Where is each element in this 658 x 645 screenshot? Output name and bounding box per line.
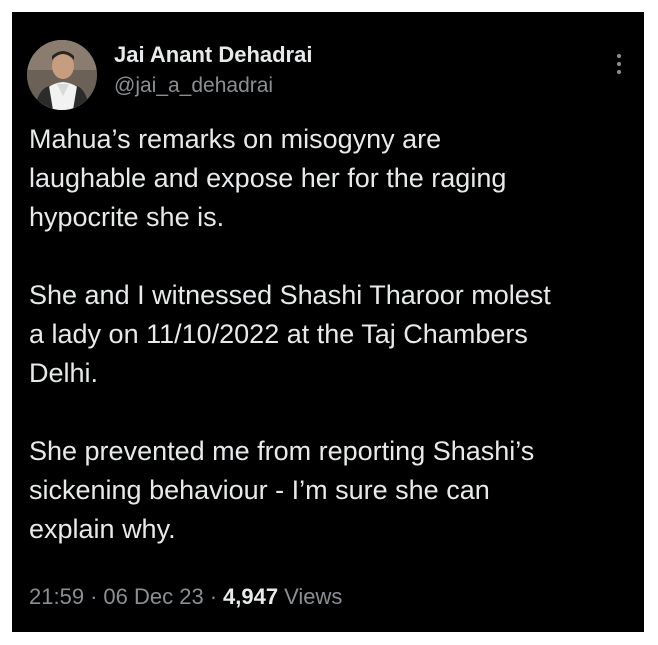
avatar-image xyxy=(27,40,97,110)
avatar[interactable] xyxy=(27,40,97,110)
author-name[interactable]: Jai Anant Dehadrai xyxy=(114,42,312,68)
tweet-date[interactable]: 06 Dec 23 xyxy=(103,584,203,609)
tweet-paragraph: She and I witnessed Shashi Tharoor moles… xyxy=(29,280,551,388)
tweet-meta: 21:59 · 06 Dec 23 · 4,947 Views xyxy=(29,584,342,610)
meta-separator: · xyxy=(209,584,218,609)
more-vertical-icon[interactable] xyxy=(614,54,624,78)
tweet-card: Jai Anant Dehadrai @jai_a_dehadrai Mahua… xyxy=(12,12,644,632)
more-dot xyxy=(617,62,621,66)
tweet-paragraph: She prevented me from reporting Shashi’s… xyxy=(29,436,535,544)
more-dot xyxy=(617,54,621,58)
views-label: Views xyxy=(284,584,343,609)
author-handle[interactable]: @jai_a_dehadrai xyxy=(114,74,273,98)
views-count[interactable]: 4,947 xyxy=(223,584,278,609)
meta-separator: · xyxy=(90,584,98,609)
tweet-paragraph: Mahua’s remarks on misogyny are laughabl… xyxy=(29,124,507,232)
screenshot-frame: Jai Anant Dehadrai @jai_a_dehadrai Mahua… xyxy=(4,4,654,641)
more-dot xyxy=(617,70,621,74)
tweet-text: Mahua’s remarks on misogyny are laughabl… xyxy=(29,120,634,549)
tweet-time[interactable]: 21:59 xyxy=(29,584,84,609)
